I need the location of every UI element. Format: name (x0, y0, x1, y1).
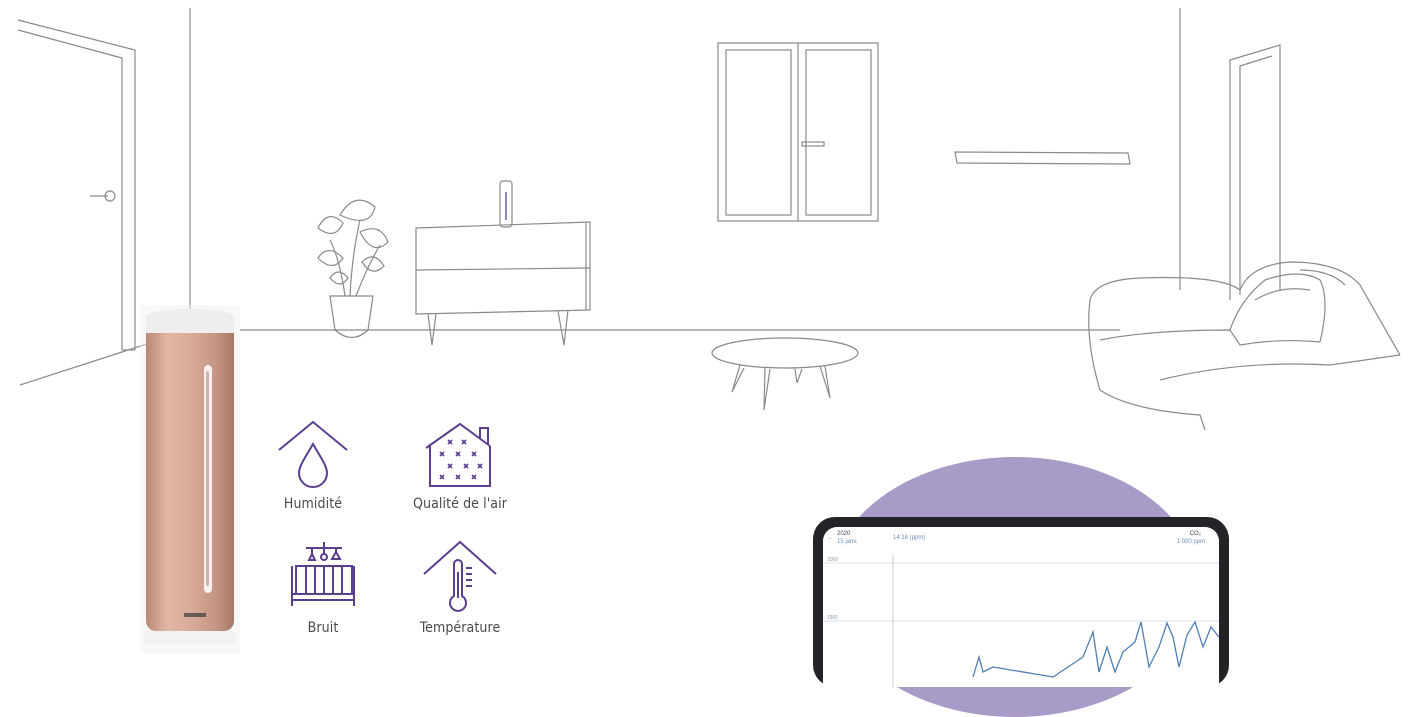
co2-series-line (972, 620, 1219, 678)
coffee-table (711, 337, 859, 411)
left-door (17, 19, 136, 351)
axis-label-mid: 1500 (827, 615, 838, 621)
armchair (1088, 261, 1401, 431)
thermometer-house-icon (423, 540, 497, 612)
crib-mobile-icon (291, 542, 355, 606)
smartphone: ← 2020 15 janv. 14:18 (ppm) CO₂ 1 000 pp… (813, 517, 1229, 687)
right-door (1229, 44, 1281, 300)
feature-label: Qualité de l'air (412, 496, 507, 512)
feature-air-quality: Qualité de l'air (385, 420, 535, 512)
feature-noise: Bruit (248, 538, 398, 636)
window (717, 42, 879, 222)
feature-label: Humidité (283, 496, 343, 512)
phone-notch (973, 517, 1003, 521)
axis-label-top: 2000 (827, 557, 838, 563)
feature-humidity: Humidité (238, 420, 388, 512)
co2-history-chart: 2000 1500 (823, 555, 1219, 687)
feature-temperature: Température (385, 538, 535, 636)
phone-screen: ← 2020 15 janv. 14:18 (ppm) CO₂ 1 000 pp… (823, 527, 1219, 687)
dresser (415, 180, 591, 346)
monstera-plant (317, 199, 389, 339)
feature-label: Température (419, 620, 501, 636)
humidity-drop-icon (278, 420, 348, 488)
wall-shelf (954, 151, 1131, 165)
feature-label: Bruit (307, 620, 339, 636)
air-quality-sensor-device (140, 305, 240, 653)
air-quality-house-icon (425, 422, 491, 487)
